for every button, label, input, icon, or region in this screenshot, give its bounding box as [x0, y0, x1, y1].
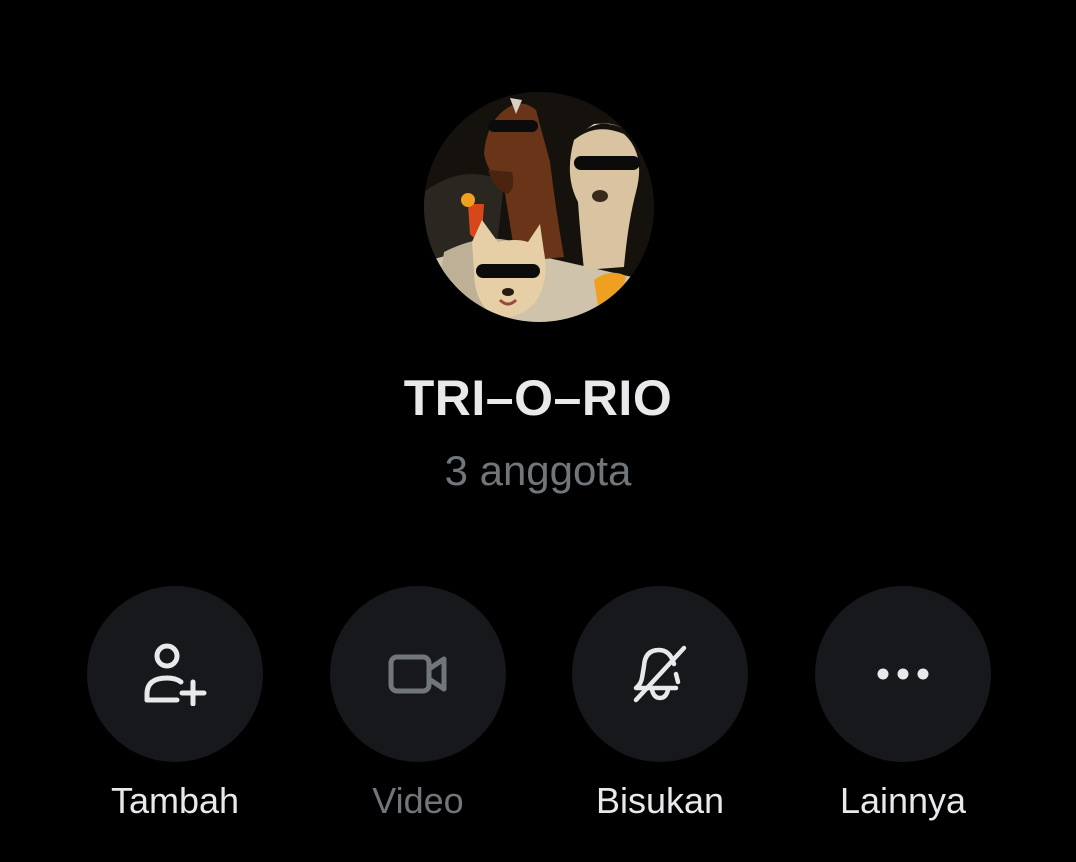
- add-member-button[interactable]: [87, 586, 263, 762]
- add-member-label: Tambah: [110, 780, 240, 821]
- video-call-label: Video: [372, 780, 464, 821]
- more-label: Lainnya: [839, 780, 967, 821]
- mute-action[interactable]: Bisukan: [560, 586, 760, 824]
- mute-label: Bisukan: [595, 780, 725, 821]
- video-call-action[interactable]: Video: [318, 586, 518, 824]
- add-person-icon: [144, 643, 207, 706]
- more-dots-icon: [877, 668, 929, 680]
- bell-muted-icon: [633, 645, 687, 703]
- group-name: TRI–O–RIO: [403, 370, 673, 426]
- more-action[interactable]: Lainnya: [803, 586, 1003, 824]
- mute-button[interactable]: [572, 586, 748, 762]
- member-count[interactable]: 3 anggota: [0, 444, 1076, 498]
- add-member-action[interactable]: Tambah: [75, 586, 275, 824]
- video-camera-icon: [388, 654, 447, 694]
- video-call-button[interactable]: [330, 586, 506, 762]
- more-button[interactable]: [815, 586, 991, 762]
- group-avatar[interactable]: [424, 92, 654, 322]
